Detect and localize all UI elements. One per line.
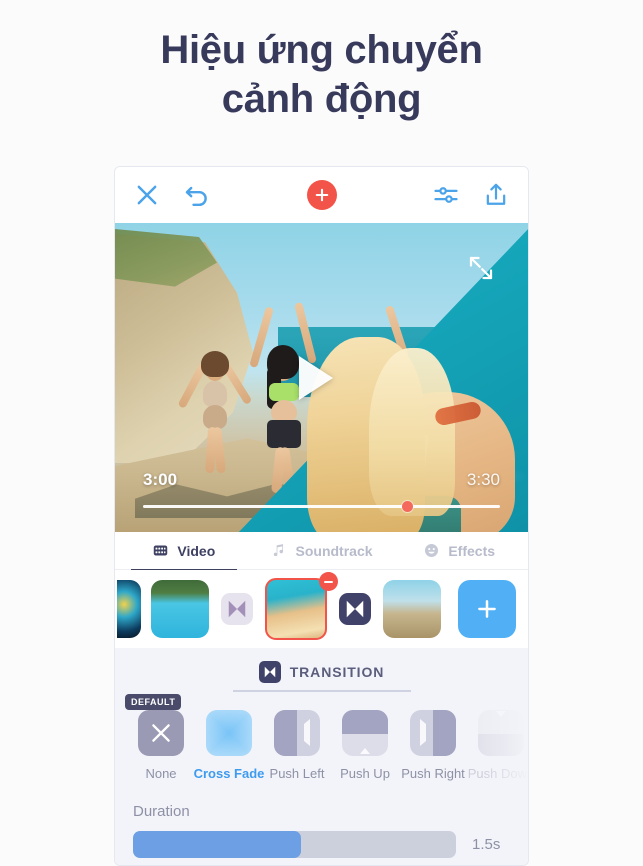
transition-option-push-up[interactable]: Push Up: [331, 710, 399, 781]
clip-strip[interactable]: [115, 570, 528, 648]
timeline-track: [143, 505, 500, 508]
transition-option-push-right-label: Push Right: [401, 766, 465, 781]
tab-video-label: Video: [177, 542, 216, 559]
page-title-line-2: cảnh động: [221, 76, 422, 121]
none-tile[interactable]: [138, 710, 184, 756]
bowtie-icon: [228, 600, 246, 618]
page-title-line-1: Hiệu ứng chuyển: [160, 28, 483, 72]
push-down-tile[interactable]: [478, 710, 524, 756]
clip-thumbnail-0[interactable]: [117, 580, 141, 638]
tab-effects[interactable]: Effects: [390, 532, 528, 570]
expand-icon[interactable]: [466, 253, 496, 283]
plus-icon: [478, 600, 496, 618]
undo-icon[interactable]: [183, 181, 211, 209]
timeline-scrubber[interactable]: [143, 501, 500, 513]
transition-option-none[interactable]: DEFAULT None: [125, 694, 195, 781]
transition-bowtie-icon: [258, 661, 281, 683]
editor-tabs: Video Soundtrack Effects: [115, 532, 528, 571]
remove-clip-icon[interactable]: [319, 572, 338, 591]
duration-slider[interactable]: [133, 831, 456, 858]
transition-option-push-down[interactable]: Push Down: [467, 710, 528, 781]
smiley-icon: [425, 543, 439, 558]
transition-panel: TRANSITION DEFAULT None Cross Fade Push …: [115, 648, 528, 865]
music-note-icon: [273, 544, 283, 557]
time-current: 3:00: [143, 470, 178, 489]
tab-soundtrack[interactable]: Soundtrack: [253, 532, 391, 570]
tab-video[interactable]: Video: [115, 532, 253, 571]
transition-option-push-left[interactable]: Push Left: [263, 710, 331, 781]
transition-options-list[interactable]: DEFAULT None Cross Fade Push Left Push U…: [115, 692, 528, 781]
push-right-tile[interactable]: [410, 710, 456, 756]
settings-sliders-icon[interactable]: [432, 181, 460, 209]
play-icon[interactable]: [298, 355, 333, 400]
tab-effects-label: Effects: [448, 542, 496, 559]
page-title: Hiệu ứng chuyển cảnh động: [0, 0, 643, 124]
duration-slider-fill: [133, 831, 301, 858]
push-up-tile[interactable]: [342, 710, 388, 756]
close-icon: [152, 724, 170, 742]
app-screenshot-card: 3:00 3:30 Video Soundtrack Effects TRANS…: [114, 166, 529, 866]
default-badge: DEFAULT: [125, 694, 182, 710]
playback-timeline: 3:00 3:30: [115, 462, 528, 532]
transition-option-push-down-label: Push Down: [467, 766, 528, 781]
transition-panel-title: TRANSITION: [289, 664, 385, 680]
close-icon[interactable]: [133, 181, 161, 209]
push-left-tile[interactable]: [274, 710, 320, 756]
transition-option-cross-fade[interactable]: Cross Fade: [193, 710, 265, 781]
transition-panel-header: TRANSITION: [115, 661, 528, 692]
preview-figure-1: [177, 341, 253, 481]
bowtie-icon: [346, 600, 364, 618]
timeline-playhead[interactable]: [402, 501, 414, 512]
transition-option-push-right[interactable]: Push Right: [399, 710, 467, 781]
transition-slot-1-icon[interactable]: [221, 593, 253, 625]
transition-option-none-label: None: [145, 766, 177, 781]
add-clip-button[interactable]: [458, 580, 516, 638]
clip-thumbnail-2-selected[interactable]: [265, 578, 327, 640]
duration-value: 1.5s: [472, 836, 501, 853]
clip-thumbnail-1[interactable]: [151, 580, 209, 638]
tab-soundtrack-label: Soundtrack: [295, 542, 373, 559]
selected-clip-wrapper[interactable]: [260, 572, 338, 640]
time-total: 3:30: [466, 470, 500, 489]
cross-fade-tile[interactable]: [206, 710, 252, 756]
film-icon: [154, 545, 168, 556]
add-button[interactable]: [306, 180, 337, 210]
video-preview[interactable]: 3:00 3:30: [115, 223, 528, 532]
transition-slot-2-icon[interactable]: [339, 593, 371, 625]
duration-section: Duration 1.5s: [115, 781, 528, 858]
transition-option-cross-fade-label: Cross Fade: [193, 766, 265, 781]
transition-option-push-up-label: Push Up: [340, 766, 390, 781]
editor-toolbar: [115, 167, 528, 223]
transition-option-push-left-label: Push Left: [269, 766, 325, 781]
export-icon[interactable]: [482, 181, 510, 209]
clip-thumbnail-3[interactable]: [383, 580, 441, 638]
duration-label: Duration: [133, 803, 190, 820]
